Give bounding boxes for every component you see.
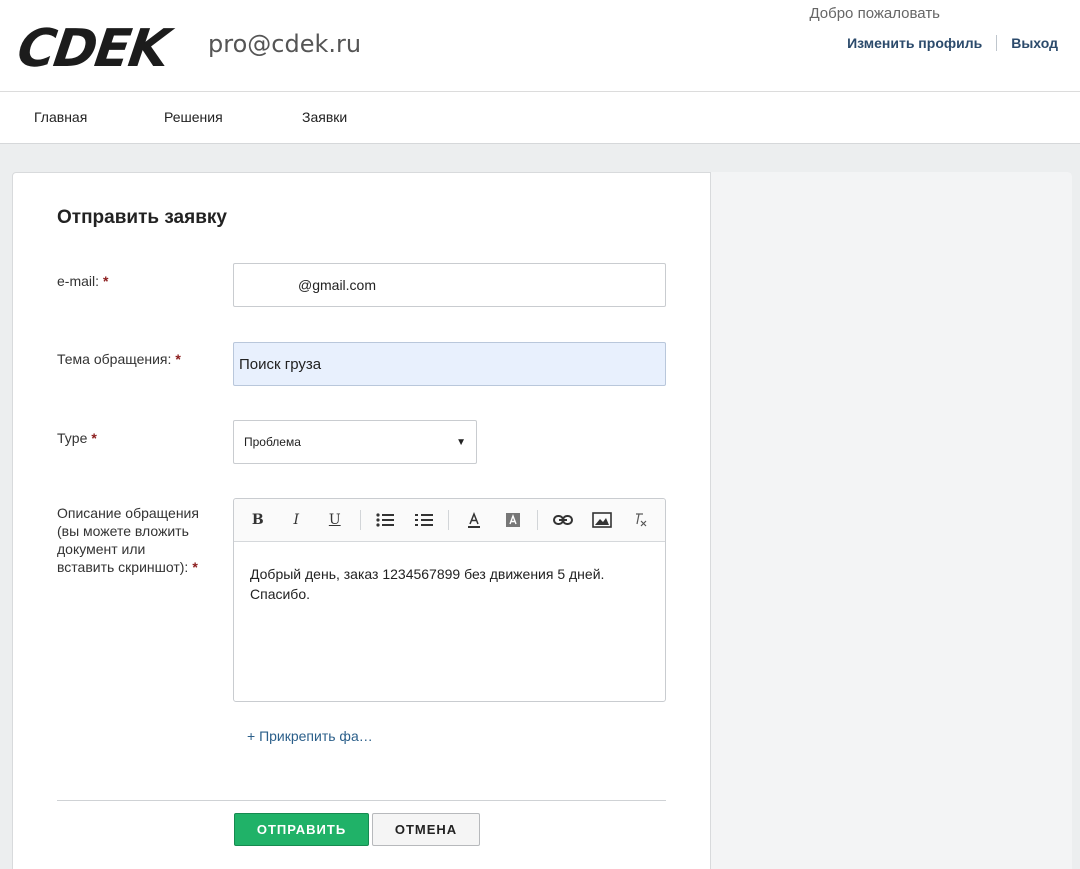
toolbar-divider [448,510,450,530]
logout-link[interactable]: Выход [1011,35,1058,51]
type-label: Type * [57,429,97,447]
editor-toolbar: B I U [234,499,665,542]
description-editor[interactable]: B I U Добрый день, заказ 1234567899 без … [233,498,666,702]
clear-format-icon[interactable] [626,506,654,534]
attach-file-link[interactable]: + Прикрепить фа… [247,728,373,744]
account-links: Изменить профиль Выход [847,35,1058,51]
link-divider [996,35,998,51]
required-mark: * [103,273,109,289]
nav-item-solutions[interactable]: Решения [164,109,223,125]
description-text-line: Спасибо. [250,586,310,602]
description-text-line: Добрый день, заказ 1234567899 без движен… [250,566,605,582]
page-title: Отправить заявку [57,207,227,228]
side-panel [710,172,1072,869]
description-label: Описание обращения (вы можете вложить до… [57,504,199,576]
email-label-text: e-mail: [57,273,100,289]
required-mark: * [175,351,181,367]
masked-username [940,0,1080,30]
cancel-button[interactable]: ОТМЕНА [372,813,480,846]
underline-icon[interactable]: U [321,506,349,534]
dropdown-caret-icon: ▼ [456,436,466,448]
required-mark: * [91,430,97,446]
text-color-icon[interactable] [460,506,488,534]
form-divider [57,800,666,801]
description-label-line: (вы можете вложить [57,523,189,539]
description-label-line: Описание обращения [57,505,199,521]
subject-value: Поиск груза [239,355,322,373]
required-mark: * [192,559,198,575]
italic-icon[interactable]: I [283,506,311,534]
image-icon[interactable] [588,506,616,534]
email-label: e-mail: * [57,272,108,290]
type-select[interactable]: Проблема ▼ [233,420,477,464]
main-nav: Главная Решения Заявки [0,92,1080,144]
nav-item-home[interactable]: Главная [34,109,87,125]
numbered-list-icon[interactable] [410,506,438,534]
cdek-logo[interactable]: CDEK [8,13,188,79]
nav-item-requests[interactable]: Заявки [302,109,347,125]
subject-label-text: Тема обращения: [57,351,172,367]
subject-field[interactable]: Поиск груза [233,342,666,386]
email-field[interactable]: @gmail.com [233,263,666,307]
top-header: CDEK pro@cdek.ru Добро пожаловать Измени… [0,0,1080,92]
subject-label: Тема обращения: * [57,350,181,368]
bold-icon[interactable]: B [244,506,272,534]
email-value: @gmail.com [298,277,377,293]
background-color-icon[interactable] [499,506,527,534]
site-email: pro@cdek.ru [208,30,362,58]
link-icon[interactable] [549,506,577,534]
description-label-line: документ или [57,541,146,557]
type-value: Проблема [244,435,301,449]
type-label-text: Type [57,430,88,446]
toolbar-divider [537,510,539,530]
submit-button[interactable]: ОТПРАВИТЬ [234,813,369,846]
edit-profile-link[interactable]: Изменить профиль [847,35,982,51]
logo-text: CDEK [13,19,172,79]
welcome-text: Добро пожаловать [809,5,940,22]
bulleted-list-icon[interactable] [371,506,399,534]
description-label-line: вставить скриншот): [57,559,189,575]
editor-content[interactable]: Добрый день, заказ 1234567899 без движен… [234,542,665,626]
toolbar-divider [359,510,361,530]
